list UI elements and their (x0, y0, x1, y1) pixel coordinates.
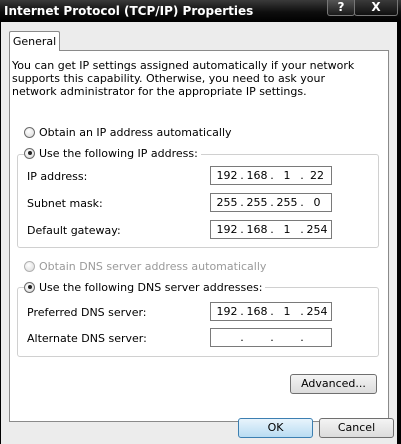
octet-4: 22 (310, 169, 324, 182)
octet-dot: . (300, 331, 304, 344)
window-title: Internet Protocol (TCP/IP) Properties (4, 4, 254, 18)
octet-1: 192 (216, 223, 238, 236)
close-button[interactable]: X (354, 0, 398, 16)
preferred-dns-label: Preferred DNS server: (27, 306, 147, 319)
octet-3: 255 (276, 196, 298, 209)
octet-1: 192 (216, 169, 238, 182)
octet-4: 0 (313, 196, 321, 209)
cancel-button[interactable]: Cancel (319, 418, 394, 438)
octet-4: 254 (306, 223, 328, 236)
ok-button[interactable]: OK (238, 418, 313, 438)
radio-label: Use the following DNS server addresses: (39, 280, 263, 294)
default-gateway-input[interactable]: 192 . 168 . 1 . 254 (210, 220, 332, 239)
radio-label: Obtain DNS server address automatically (39, 259, 267, 273)
alternate-dns-input[interactable]: . . . (210, 328, 332, 347)
octet-2: 168 (246, 169, 268, 182)
octet-1: 255 (216, 196, 238, 209)
radio-label: Use the following IP address: (39, 146, 198, 160)
radio-obtain-ip-auto[interactable]: Obtain an IP address automatically (24, 125, 232, 139)
subnet-mask-input[interactable]: 255 . 255 . 255 . 0 (210, 193, 332, 212)
octet-3: 1 (283, 223, 291, 236)
ip-address-input[interactable]: 192 . 168 . 1 . 22 (210, 166, 332, 185)
octet-3: 1 (283, 305, 291, 318)
octet-4: 254 (306, 305, 328, 318)
advanced-button[interactable]: Advanced... (290, 374, 377, 394)
octet-3: 1 (283, 169, 291, 182)
default-gateway-label: Default gateway: (27, 224, 121, 237)
radio-use-following-dns[interactable]: Use the following DNS server addresses: (24, 280, 266, 294)
octet-dot: . (270, 331, 274, 344)
alternate-dns-label: Alternate DNS server: (27, 332, 147, 345)
radio-label: Obtain an IP address automatically (39, 125, 232, 139)
help-button[interactable]: ? (327, 0, 355, 16)
octet-1: 192 (216, 305, 238, 318)
title-bar[interactable]: Internet Protocol (TCP/IP) Properties ? … (0, 0, 401, 22)
radio-button-checked-icon (24, 147, 35, 159)
dialog-body: General You can get IP settings assigned… (1, 22, 397, 444)
octet-2: 168 (246, 305, 268, 318)
radio-button-checked-icon (24, 281, 35, 293)
preferred-dns-input[interactable]: 192 . 168 . 1 . 254 (210, 302, 332, 321)
octet-2: 255 (246, 196, 268, 209)
octet-2: 168 (246, 223, 268, 236)
radio-button-icon (24, 126, 35, 138)
radio-obtain-dns-auto: Obtain DNS server address automatically (24, 259, 266, 273)
octet-dot: . (240, 331, 244, 344)
ip-address-label: IP address: (27, 170, 88, 183)
intro-text: You can get IP settings assigned automat… (12, 59, 355, 98)
tab-general[interactable]: General (9, 31, 60, 51)
subnet-mask-label: Subnet mask: (27, 197, 103, 210)
radio-use-following-ip[interactable]: Use the following IP address: (24, 146, 201, 160)
radio-button-icon (24, 260, 35, 272)
